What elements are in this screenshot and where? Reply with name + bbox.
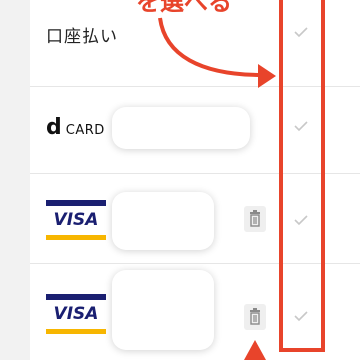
masked-card-info — [112, 270, 214, 350]
masked-card-info — [112, 192, 214, 250]
trash-icon[interactable] — [244, 206, 266, 232]
left-rail — [0, 0, 30, 360]
bank-account-label: 口座払い — [46, 27, 118, 47]
dcard-logo: d CARD — [46, 115, 105, 140]
trash-icon[interactable] — [244, 304, 266, 330]
visa-logo: VISA — [46, 294, 106, 334]
masked-card-info — [112, 107, 250, 149]
annotation-highlight-box — [279, 0, 325, 352]
visa-logo: VISA — [46, 200, 106, 240]
